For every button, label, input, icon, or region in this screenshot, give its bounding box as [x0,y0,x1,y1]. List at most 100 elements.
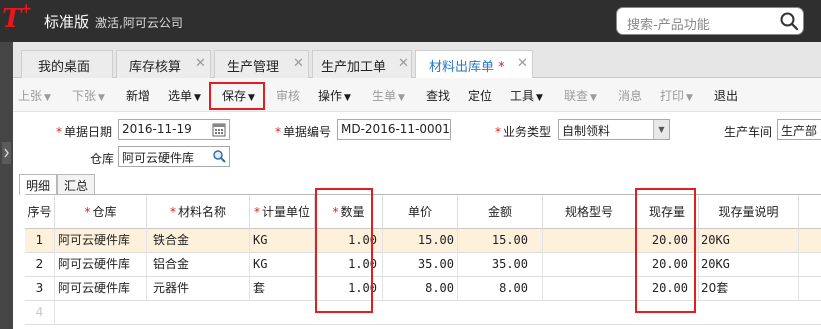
subtab-summary[interactable]: 汇总 [57,174,96,194]
cell-amount[interactable]: 8.00 [458,277,543,301]
message-button[interactable]: 消息 [618,87,642,104]
app-header: T+ 标准版 激活,阿可云公司 搜索-产品功能 [0,0,821,42]
tab-bar: 我的桌面 库存核算 ✕ 生产管理 ✕ 生产加工单 ✕ 材料出库单 * ✕ [13,42,821,79]
cell-amount[interactable]: 35.00 [458,253,543,277]
search-icon[interactable] [779,11,799,31]
left-sidebar-collapsed [0,42,13,329]
workshop-label: 生产车间 [724,125,773,139]
cell-price[interactable]: 15.00 [383,229,458,253]
detail-grid: 序号 * 仓库 * 材料名称 * 计量单位 * 数量 单价 金额 规格型号 现存量 现存… [25,194,821,329]
audit-button[interactable]: 审核 [276,87,300,104]
save-button[interactable]: 保存 ▼ [222,87,255,104]
col-header-qty[interactable]: * 数量 [315,195,383,229]
table-row[interactable]: 2 阿可云硬件库 铝合金 KG 1.00 35.00 35.00 20.00 2… [25,253,821,277]
new-button[interactable]: 新增 [126,87,150,104]
search-input[interactable]: 搜索-产品功能 [627,14,710,33]
doc-no-label: * 单据编号 [275,125,332,139]
cell-stock: 20.00 [636,253,699,277]
row-number: 1 [25,229,55,253]
col-header-amount[interactable]: 金额 [458,195,543,229]
col-header-stock[interactable]: 现存量 [636,195,699,229]
cell-price[interactable]: 8.00 [383,277,458,301]
cell-amount[interactable]: 15.00 [458,229,543,253]
warehouse-field[interactable]: 阿可云硬件库 [118,146,230,167]
doc-no-field[interactable]: MD-2016-11-0001 [337,119,451,140]
doc-date-field[interactable]: 2016-11-19 [118,119,230,140]
col-header-material[interactable]: * 材料名称 [147,195,250,229]
tab-material-issue[interactable]: 材料出库单 * ✕ [415,50,533,79]
tab-label: 我的桌面 [38,60,91,75]
cell-material[interactable]: 铝合金 [147,253,250,277]
locate-button[interactable]: 定位 [468,87,492,104]
search-box[interactable]: 搜索-产品功能 [616,7,804,35]
company-link[interactable]: 激活,阿可云公司 [95,14,183,31]
sidebar-toggle-icon[interactable] [2,142,11,164]
cell-material[interactable]: 元器件 [147,277,250,301]
tab-my-desktop[interactable]: 我的桌面 [21,50,113,78]
biz-type-select[interactable]: 自制领料 ▼ [558,119,670,140]
tab-inventory-accounting[interactable]: 库存核算 ✕ [116,50,211,78]
doc-date-value: 2016-11-19 [122,122,192,136]
tab-label: 库存核算 [129,60,182,75]
find-button[interactable]: 查找 [426,87,450,104]
calendar-icon[interactable] [212,122,226,137]
row-number: 3 [25,277,55,301]
cell-unit[interactable]: KG [250,253,315,277]
prev-doc-button[interactable]: 上张 ▼ [18,87,51,104]
dropdown-arrow-icon[interactable]: ▼ [653,120,669,139]
cell-warehouse[interactable]: 阿可云硬件库 [55,229,147,253]
close-icon[interactable]: ✕ [398,56,409,71]
biz-type-value: 自制领料 [562,124,611,138]
cell-material[interactable]: 铁合金 [147,229,250,253]
col-header-warehouse[interactable]: * 仓库 [55,195,147,229]
cell-spec[interactable] [543,277,636,301]
cell-unit[interactable]: 套 [250,277,315,301]
next-doc-button[interactable]: 下张 ▼ [72,87,105,104]
tab-production-order[interactable]: 生产加工单 ✕ [312,50,412,78]
app-window: T+ 标准版 激活,阿可云公司 搜索-产品功能 我的桌面 库存核算 ✕ 生产管理… [0,0,821,329]
col-header-stock-note[interactable]: 现存量说明 [699,195,799,229]
print-button[interactable]: 打印 ▼ [660,87,693,104]
cell-qty[interactable]: 1.00 [315,229,383,253]
cell-qty[interactable]: 1.00 [315,277,383,301]
generate-doc-button[interactable]: 生单 ▼ [372,87,405,104]
tab-label: 生产加工单 [321,60,387,75]
linked-query-button[interactable]: 联查 ▼ [564,87,597,104]
exit-button[interactable]: 退出 [714,87,738,104]
row-number: 2 [25,253,55,277]
col-header-spec[interactable]: 规格型号 [543,195,636,229]
biz-type-label: * 业务类型 [495,125,552,139]
table-row[interactable]: 1 阿可云硬件库 铁合金 KG 1.00 15.00 15.00 20.00 2… [25,229,821,253]
tools-button[interactable]: 工具 ▼ [510,87,543,104]
cell-price[interactable]: 35.00 [383,253,458,277]
cell-unit[interactable]: KG [250,229,315,253]
app-logo: T+ [2,1,32,34]
cell-stock-note: 20KG [699,229,799,253]
toolbar: 上张 ▼ 下张 ▼ 新增 选单 ▼ 保存 ▼ 审核 操作 ▼ 生单 ▼ 查找 定位 工具 ▼ … [13,78,821,112]
warehouse-value: 阿可云硬件库 [122,151,195,165]
cell-stock-note: 20KG [699,253,799,277]
select-doc-button[interactable]: 选单 ▼ [168,87,201,104]
doc-no-value: MD-2016-11-0001 [341,122,450,136]
cell-stock-note: 20套 [699,277,799,301]
table-row-empty[interactable]: 4 [25,301,821,325]
lookup-search-icon[interactable] [212,149,226,164]
edition-label: 标准版 [44,13,90,31]
tab-production-management[interactable]: 生产管理 ✕ [214,50,309,78]
col-header-no[interactable]: 序号 [25,195,55,229]
subtab-detail[interactable]: 明细 [19,174,58,195]
close-icon[interactable]: ✕ [293,56,304,71]
cell-qty[interactable]: 1.00 [315,253,383,277]
workshop-field[interactable]: 生产部 [777,119,821,140]
col-header-unit[interactable]: * 计量单位 [250,195,315,229]
table-row[interactable]: 3 阿可云硬件库 元器件 套 1.00 8.00 8.00 20.00 20套 [25,277,821,301]
cell-spec[interactable] [543,253,636,277]
col-header-price[interactable]: 单价 [383,195,458,229]
close-icon[interactable]: ✕ [517,56,528,71]
workshop-value: 生产部 [781,124,818,138]
operation-button[interactable]: 操作 ▼ [318,87,351,104]
cell-warehouse[interactable]: 阿可云硬件库 [55,277,147,301]
cell-spec[interactable] [543,229,636,253]
close-icon[interactable]: ✕ [195,56,206,71]
cell-warehouse[interactable]: 阿可云硬件库 [55,253,147,277]
